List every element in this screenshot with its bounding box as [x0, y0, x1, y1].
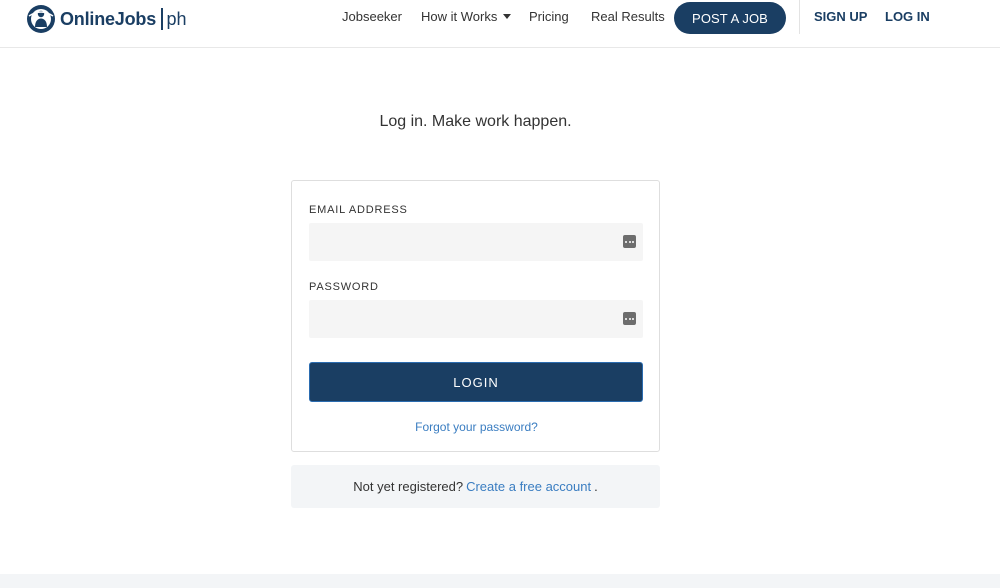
- brand-suffix: ph: [166, 8, 187, 29]
- post-a-job-button[interactable]: POST A JOB: [674, 2, 786, 34]
- email-field[interactable]: [309, 223, 643, 261]
- page-title: Log in. Make work happen.: [379, 113, 572, 130]
- password-manager-icon[interactable]: [623, 312, 636, 325]
- brand-divider: [161, 8, 163, 30]
- nav-jobseeker-link[interactable]: Jobseeker: [342, 9, 402, 25]
- password-field-wrapper: [309, 300, 643, 338]
- register-prompt-box: Not yet registered? Create a free accoun…: [291, 465, 660, 508]
- register-prompt-period: .: [594, 479, 598, 494]
- forgot-password-link[interactable]: Forgot your password?: [292, 420, 661, 434]
- email-label: EMAIL ADDRESS: [309, 204, 408, 216]
- create-account-link[interactable]: Create a free account: [466, 479, 591, 494]
- nav-divider: [799, 0, 800, 34]
- nav-real-results-link[interactable]: Real Results: [591, 9, 665, 25]
- footer-strip: [0, 574, 1000, 588]
- nav-how-it-works-dropdown[interactable]: How it Works: [421, 9, 512, 25]
- login-form-card: EMAIL ADDRESS PASSWORD LOGIN Forgot your…: [291, 180, 660, 452]
- chevron-down-icon: [503, 14, 512, 19]
- email-field-wrapper: [309, 223, 643, 261]
- nav-how-it-works-label: How it Works: [421, 9, 498, 24]
- brand-name: OnlineJobs: [60, 8, 157, 29]
- password-field[interactable]: [309, 300, 643, 338]
- password-label: PASSWORD: [309, 281, 379, 293]
- sign-up-link[interactable]: SIGN UP: [814, 9, 867, 25]
- password-manager-icon[interactable]: [623, 235, 636, 248]
- log-in-link[interactable]: LOG IN: [885, 9, 930, 25]
- register-prompt-text: Not yet registered?: [353, 479, 464, 494]
- login-button[interactable]: LOGIN: [309, 362, 643, 402]
- brand-logo[interactable]: OnlineJobs ph: [26, 2, 187, 36]
- top-navigation-bar: OnlineJobs ph Jobseeker How it Works Pric…: [0, 0, 1000, 48]
- logo-icon: [27, 5, 55, 33]
- nav-pricing-link[interactable]: Pricing: [529, 9, 569, 25]
